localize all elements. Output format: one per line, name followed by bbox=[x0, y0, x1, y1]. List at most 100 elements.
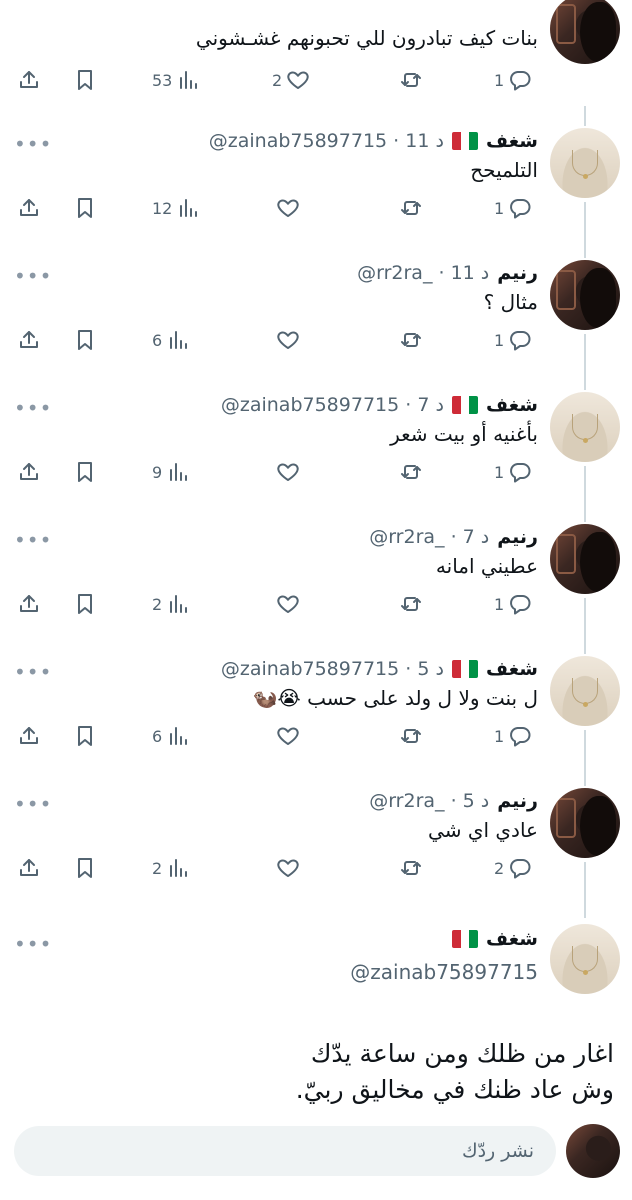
share-button[interactable] bbox=[17, 326, 41, 354]
retweet-button[interactable] bbox=[399, 722, 423, 750]
more-icon[interactable]: ••• bbox=[14, 660, 52, 684]
like-button[interactable] bbox=[272, 326, 300, 354]
bookmark-button[interactable] bbox=[73, 326, 97, 354]
author-handle[interactable]: @rr2ra_ bbox=[357, 262, 432, 284]
avatar[interactable] bbox=[550, 128, 620, 198]
tweet[interactable]: شغف @zainab75897715 · 11 د ••• التلميحح … bbox=[0, 128, 632, 260]
author-name[interactable]: شغف bbox=[486, 394, 538, 416]
retweet-button[interactable] bbox=[399, 590, 423, 618]
more-icon[interactable]: ••• bbox=[14, 132, 52, 156]
retweet-icon bbox=[401, 729, 421, 743]
more-icon[interactable]: ••• bbox=[14, 528, 52, 552]
tweet[interactable]: رنيم @rr2ra_ · 7 د ••• عطيني امانه 2 1 bbox=[0, 524, 632, 656]
tweet[interactable]: رنيم @rr2ra_ · 5 د ••• عادي اي شي 2 2 bbox=[0, 788, 632, 920]
views-button[interactable]: 53 bbox=[152, 66, 200, 94]
like-button[interactable]: 2 bbox=[272, 66, 310, 94]
author-handle[interactable]: @zainab75897715 bbox=[209, 130, 387, 152]
views-button[interactable]: 2 bbox=[152, 590, 190, 618]
share-icon bbox=[20, 71, 38, 88]
retweet-button[interactable] bbox=[399, 326, 423, 354]
share-button[interactable] bbox=[17, 722, 41, 750]
italy-flag-icon bbox=[451, 930, 478, 948]
tweet[interactable]: بنات كيف تبادرون للي تحبونهم غشـشوني 53 … bbox=[0, 0, 632, 132]
share-icon bbox=[20, 727, 38, 744]
tweet-actions: 2 2 bbox=[0, 854, 632, 882]
bookmark-button[interactable] bbox=[73, 590, 97, 618]
retweet-button[interactable] bbox=[399, 66, 423, 94]
author-handle[interactable]: @zainab75897715 bbox=[221, 394, 399, 416]
share-button[interactable] bbox=[17, 458, 41, 486]
bookmark-button[interactable] bbox=[73, 722, 97, 750]
avatar[interactable] bbox=[550, 0, 620, 64]
more-icon[interactable]: ••• bbox=[14, 396, 52, 420]
author-name[interactable]: رنيم bbox=[497, 262, 538, 284]
heart-icon bbox=[287, 71, 309, 89]
like-button[interactable] bbox=[272, 458, 300, 486]
like-button[interactable] bbox=[272, 194, 300, 222]
avatar[interactable] bbox=[550, 524, 620, 594]
reply-button[interactable]: 2 bbox=[494, 854, 532, 882]
share-button[interactable] bbox=[17, 194, 41, 222]
avatar[interactable] bbox=[550, 392, 620, 462]
author-handle[interactable]: @rr2ra_ bbox=[369, 790, 444, 812]
tweet-meta: @zainab75897715 · 5 د bbox=[220, 658, 444, 680]
reply-button[interactable]: 1 bbox=[494, 458, 532, 486]
tweet[interactable]: شغف @zainab75897715 · 5 د ••• ل بنت ولا … bbox=[0, 656, 632, 788]
avatar[interactable] bbox=[550, 788, 620, 858]
avatar[interactable] bbox=[550, 924, 620, 994]
bookmark-button[interactable] bbox=[73, 66, 97, 94]
avatar[interactable] bbox=[550, 656, 620, 726]
retweet-button[interactable] bbox=[399, 194, 423, 222]
tweet-actions: 2 1 bbox=[0, 590, 632, 618]
tweet-header: رنيم @rr2ra_ · 5 د bbox=[369, 788, 538, 814]
reply-button[interactable]: 1 bbox=[494, 326, 532, 354]
views-button[interactable]: 6 bbox=[152, 326, 190, 354]
retweet-button[interactable] bbox=[399, 458, 423, 486]
reply-button[interactable]: 1 bbox=[494, 194, 532, 222]
views-button[interactable]: 2 bbox=[152, 854, 190, 882]
share-button[interactable] bbox=[17, 590, 41, 618]
tweet-meta: @rr2ra_ · 11 د bbox=[357, 262, 490, 284]
views-button[interactable]: 9 bbox=[152, 458, 190, 486]
tweet-header: رنيم @rr2ra_ · 11 د bbox=[357, 260, 538, 286]
reply-button[interactable]: 1 bbox=[494, 590, 532, 618]
tweet-meta: @rr2ra_ · 5 د bbox=[369, 790, 490, 812]
author-handle[interactable]: @rr2ra_ bbox=[369, 526, 444, 548]
tweet-header: شغف @zainab75897715 · 7 د bbox=[221, 392, 538, 418]
heart-icon bbox=[277, 463, 299, 481]
share-button[interactable] bbox=[17, 854, 41, 882]
author-name[interactable]: رنيم bbox=[497, 526, 538, 548]
bookmark-button[interactable] bbox=[73, 194, 97, 222]
views-button[interactable]: 12 bbox=[152, 194, 200, 222]
reply-icon bbox=[510, 595, 531, 615]
author-name[interactable]: شغف bbox=[486, 928, 538, 950]
reply-icon bbox=[510, 463, 531, 483]
author-handle[interactable]: @zainab75897715 bbox=[350, 960, 538, 984]
tweet[interactable]: رنيم @rr2ra_ · 11 د ••• مثال ؟ 6 1 bbox=[0, 260, 632, 392]
author-handle[interactable]: @zainab75897715 bbox=[221, 658, 399, 680]
tweet-text: عطيني امانه bbox=[435, 554, 538, 578]
views-icon bbox=[180, 199, 198, 217]
author-name[interactable]: شغف bbox=[486, 658, 538, 680]
more-icon[interactable]: ••• bbox=[14, 792, 52, 816]
reply-input[interactable] bbox=[14, 1126, 556, 1176]
reply-button[interactable]: 1 bbox=[494, 722, 532, 750]
tweet-time: 11 د bbox=[405, 130, 444, 152]
author-name[interactable]: رنيم bbox=[497, 790, 538, 812]
more-icon[interactable]: ••• bbox=[14, 264, 52, 288]
bookmark-button[interactable] bbox=[73, 458, 97, 486]
avatar[interactable] bbox=[550, 260, 620, 330]
like-button[interactable] bbox=[272, 590, 300, 618]
like-button[interactable] bbox=[272, 722, 300, 750]
reply-icon bbox=[510, 859, 531, 879]
share-button[interactable] bbox=[17, 66, 41, 94]
like-button[interactable] bbox=[272, 854, 300, 882]
author-name[interactable]: شغف bbox=[486, 130, 538, 152]
bookmark-button[interactable] bbox=[73, 854, 97, 882]
tweet[interactable]: شغف @zainab75897715 · 7 د ••• بأغنيه أو … bbox=[0, 392, 632, 524]
views-button[interactable]: 6 bbox=[152, 722, 190, 750]
reply-button[interactable]: 1 bbox=[494, 66, 532, 94]
retweet-button[interactable] bbox=[399, 854, 423, 882]
more-icon[interactable]: ••• bbox=[14, 932, 52, 956]
tweet-header: شغف bbox=[451, 928, 538, 950]
